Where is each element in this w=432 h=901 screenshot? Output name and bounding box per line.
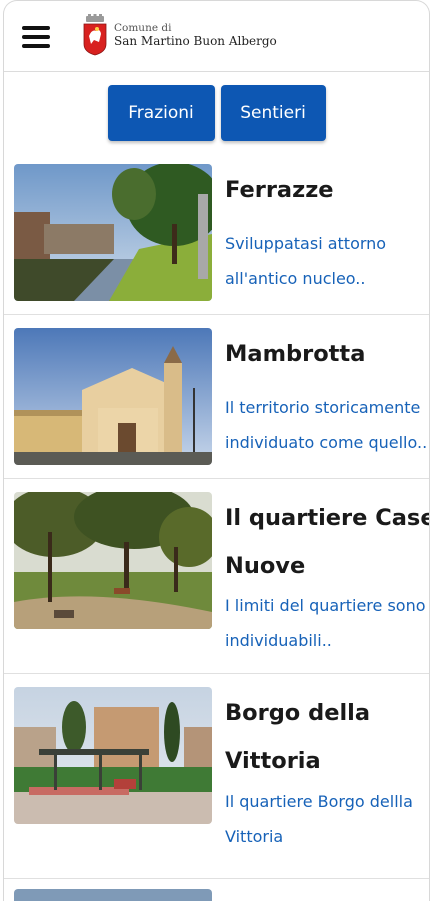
item-title: Il quartiere Case Nuove <box>225 505 430 579</box>
item-description: Il territorio storicamente individuato c… <box>225 398 428 452</box>
item-thumbnail <box>14 687 212 824</box>
item-title: Borgo della Vittoria <box>225 700 371 774</box>
app-frame: Comune di San Martino Buon Albergo Frazi… <box>3 0 430 901</box>
list-item[interactable] <box>4 879 429 901</box>
list-item[interactable]: Il quartiere Case Nuove I limiti del qua… <box>4 479 429 674</box>
item-title: Mambrotta <box>225 341 366 367</box>
logo-line2: San Martino Buon Albergo <box>114 34 277 48</box>
app-header: Comune di San Martino Buon Albergo <box>4 1 429 72</box>
item-thumbnail <box>14 889 212 901</box>
municipality-logo[interactable]: Comune di San Martino Buon Albergo <box>82 14 277 56</box>
item-thumbnail <box>14 164 212 301</box>
list-item[interactable]: Borgo della Vittoria Il quartiere Borgo … <box>4 674 429 879</box>
item-thumbnail <box>14 492 212 629</box>
menu-icon[interactable] <box>22 26 50 48</box>
item-description: Il quartiere Borgo dellla Vittoria <box>225 792 413 846</box>
tab-bar: Frazioni Sentieri <box>4 85 429 141</box>
item-description: I limiti del quartiere sono individuabil… <box>225 596 426 650</box>
frazioni-list: Ferrazze Sviluppatasi attorno all'antico… <box>4 164 429 901</box>
tab-sentieri[interactable]: Sentieri <box>220 85 326 141</box>
item-description: Sviluppatasi attorno all'antico nucleo.. <box>225 234 387 288</box>
crest-icon <box>83 14 107 56</box>
list-item[interactable]: Ferrazze Sviluppatasi attorno all'antico… <box>4 164 429 315</box>
item-thumbnail <box>14 328 212 465</box>
tab-frazioni[interactable]: Frazioni <box>107 85 215 141</box>
item-title: Ferrazze <box>225 177 334 203</box>
list-item[interactable]: Mambrotta Il territorio storicamente ind… <box>4 315 429 479</box>
